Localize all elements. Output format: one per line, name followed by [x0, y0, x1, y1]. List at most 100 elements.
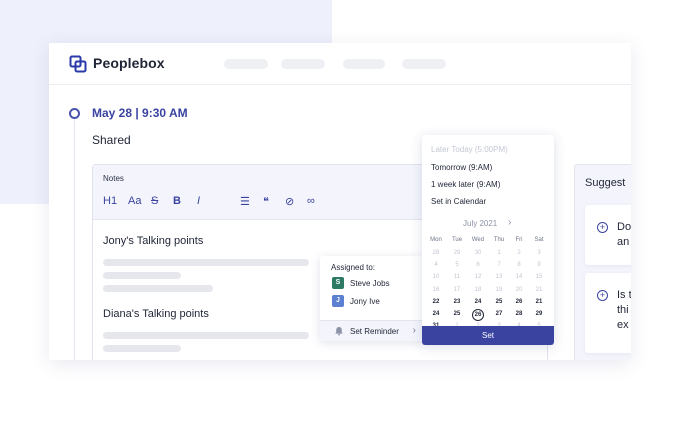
bold-icon[interactable]: B — [173, 195, 181, 207]
text-placeholder — [103, 332, 309, 339]
suggestions-title: Suggest — [585, 177, 626, 189]
calendar-day[interactable]: 5 — [448, 262, 466, 268]
nav-placeholder-4[interactable] — [402, 59, 446, 69]
weekday-label: Mon — [430, 237, 442, 243]
attachment-icon[interactable]: ⊘ — [285, 195, 294, 208]
calendar-day[interactable]: 25 — [490, 299, 508, 305]
calendar-day[interactable]: 21 — [530, 299, 548, 305]
suggestions-panel: Suggest + Do an + Is t thi ex — [574, 164, 631, 360]
set-reminder-button[interactable]: Set Reminder › — [320, 320, 424, 341]
one-week-later-option[interactable]: 1 week later (9:AM) — [431, 180, 500, 189]
calendar-day[interactable]: 10 — [427, 274, 445, 280]
weekday-label: Thu — [493, 237, 505, 243]
text-placeholder — [103, 285, 213, 292]
suggestion-card[interactable]: + Do an — [585, 205, 631, 265]
strikethrough-icon[interactable]: S — [151, 195, 158, 207]
timeline-dot — [69, 108, 80, 119]
calendar-day[interactable]: 22 — [427, 299, 445, 305]
peoplebox-logo-icon[interactable] — [69, 55, 87, 73]
heading-icon[interactable]: H1 — [103, 195, 117, 207]
calendar-day[interactable]: 27 — [490, 311, 508, 317]
calendar-day[interactable]: 7 — [490, 262, 508, 268]
calendar-day[interactable]: 15 — [530, 274, 548, 280]
set-in-calendar-option[interactable]: Set in Calendar — [431, 197, 486, 206]
suggestion-text-line: Do — [617, 221, 631, 233]
next-month-icon[interactable]: › — [508, 217, 511, 228]
calendar-day[interactable]: 23 — [448, 299, 466, 305]
date-picker: Later Today (5:00PM) Tomorrow (9:AM) 1 w… — [422, 135, 554, 345]
calendar-day[interactable]: 12 — [469, 274, 487, 280]
notes-label: Notes — [103, 174, 124, 183]
assigned-to-label: Assigned to: — [331, 263, 376, 272]
add-suggestion-icon[interactable]: + — [597, 222, 608, 233]
calendar-day[interactable]: 4 — [427, 262, 445, 268]
brand-name: Peoplebox — [93, 55, 165, 71]
text-placeholder — [103, 272, 181, 279]
italic-icon[interactable]: I — [197, 195, 200, 207]
calendar-day[interactable]: 13 — [490, 274, 508, 280]
nav-placeholder-3[interactable] — [343, 59, 385, 69]
font-size-icon[interactable]: Aa — [128, 195, 141, 207]
calendar-day[interactable]: 11 — [448, 274, 466, 280]
nav-placeholder-1[interactable] — [224, 59, 268, 69]
suggestion-text-line: an — [617, 236, 630, 248]
calendar-day[interactable]: 20 — [510, 287, 528, 293]
assignee-name[interactable]: Steve Jobs — [350, 279, 390, 288]
weekday-label: Wed — [471, 237, 485, 243]
calendar-day[interactable]: 14 — [510, 274, 528, 280]
suggestion-text-line: ex — [617, 319, 629, 331]
talking-points-heading-1[interactable]: Jony's Talking points — [103, 235, 203, 247]
bullet-list-icon[interactable]: ☰ — [240, 195, 250, 208]
calendar-day[interactable]: 26 — [510, 299, 528, 305]
calendar-day-today[interactable]: 26 — [472, 309, 484, 321]
entry-status: Shared — [92, 133, 131, 147]
nav-placeholder-2[interactable] — [281, 59, 325, 69]
add-suggestion-icon[interactable]: + — [597, 290, 608, 301]
assign-popover: Assigned to: S Steve Jobs J Jony Ive Set… — [320, 256, 424, 341]
link-icon[interactable]: ∞ — [307, 195, 315, 207]
calendar-day[interactable]: 24 — [469, 299, 487, 305]
weekday-label: Sat — [534, 237, 544, 243]
calendar-day[interactable]: 17 — [448, 287, 466, 293]
timeline-line — [74, 118, 75, 360]
calendar-day[interactable]: 9 — [530, 262, 548, 268]
text-placeholder — [103, 259, 309, 266]
text-placeholder — [103, 345, 181, 352]
weekday-label: Tue — [451, 237, 463, 243]
calendar-day[interactable]: 28 — [427, 250, 445, 256]
calendar-day[interactable]: 29 — [530, 311, 548, 317]
assignee-name[interactable]: Jony Ive — [350, 297, 380, 306]
app-header: Peoplebox — [49, 43, 631, 85]
calendar-day[interactable]: 25 — [448, 311, 466, 317]
calendar-day[interactable]: 3 — [530, 250, 548, 256]
chevron-right-icon: › — [412, 325, 416, 336]
suggestion-text-line: Is t — [617, 289, 631, 301]
set-button[interactable]: Set — [422, 326, 554, 345]
bell-icon — [335, 327, 343, 336]
avatar: J — [332, 295, 344, 307]
entry-date: May 28 | 9:30 AM — [92, 106, 188, 120]
later-today-option[interactable]: Later Today (5:00PM) — [431, 145, 508, 154]
calendar-day[interactable]: 8 — [510, 262, 528, 268]
calendar-day[interactable]: 16 — [427, 287, 445, 293]
calendar-month: July 2021 — [463, 219, 498, 228]
calendar-day[interactable]: 1 — [490, 250, 508, 256]
calendar-day[interactable]: 21 — [530, 287, 548, 293]
calendar-day[interactable]: 28 — [510, 311, 528, 317]
avatar: S — [332, 277, 344, 289]
quote-icon[interactable]: ❝ — [263, 195, 269, 208]
set-reminder-label: Set Reminder — [350, 327, 399, 336]
calendar-day[interactable]: 19 — [490, 287, 508, 293]
calendar-day[interactable]: 6 — [469, 262, 487, 268]
weekday-label: Fri — [515, 237, 523, 243]
calendar-day[interactable]: 24 — [427, 311, 445, 317]
suggestion-text-line: thi — [617, 304, 629, 316]
calendar-day[interactable]: 30 — [469, 250, 487, 256]
talking-points-heading-2[interactable]: Diana's Talking points — [103, 308, 209, 320]
calendar-day[interactable]: 29 — [448, 250, 466, 256]
meeting-card: Peoplebox May 28 | 9:30 AM Shared Notes … — [49, 43, 631, 360]
calendar-day[interactable]: 2 — [510, 250, 528, 256]
tomorrow-option[interactable]: Tomorrow (9:AM) — [431, 163, 492, 172]
calendar-day[interactable]: 18 — [469, 287, 487, 293]
suggestion-card[interactable]: + Is t thi ex — [585, 273, 631, 353]
